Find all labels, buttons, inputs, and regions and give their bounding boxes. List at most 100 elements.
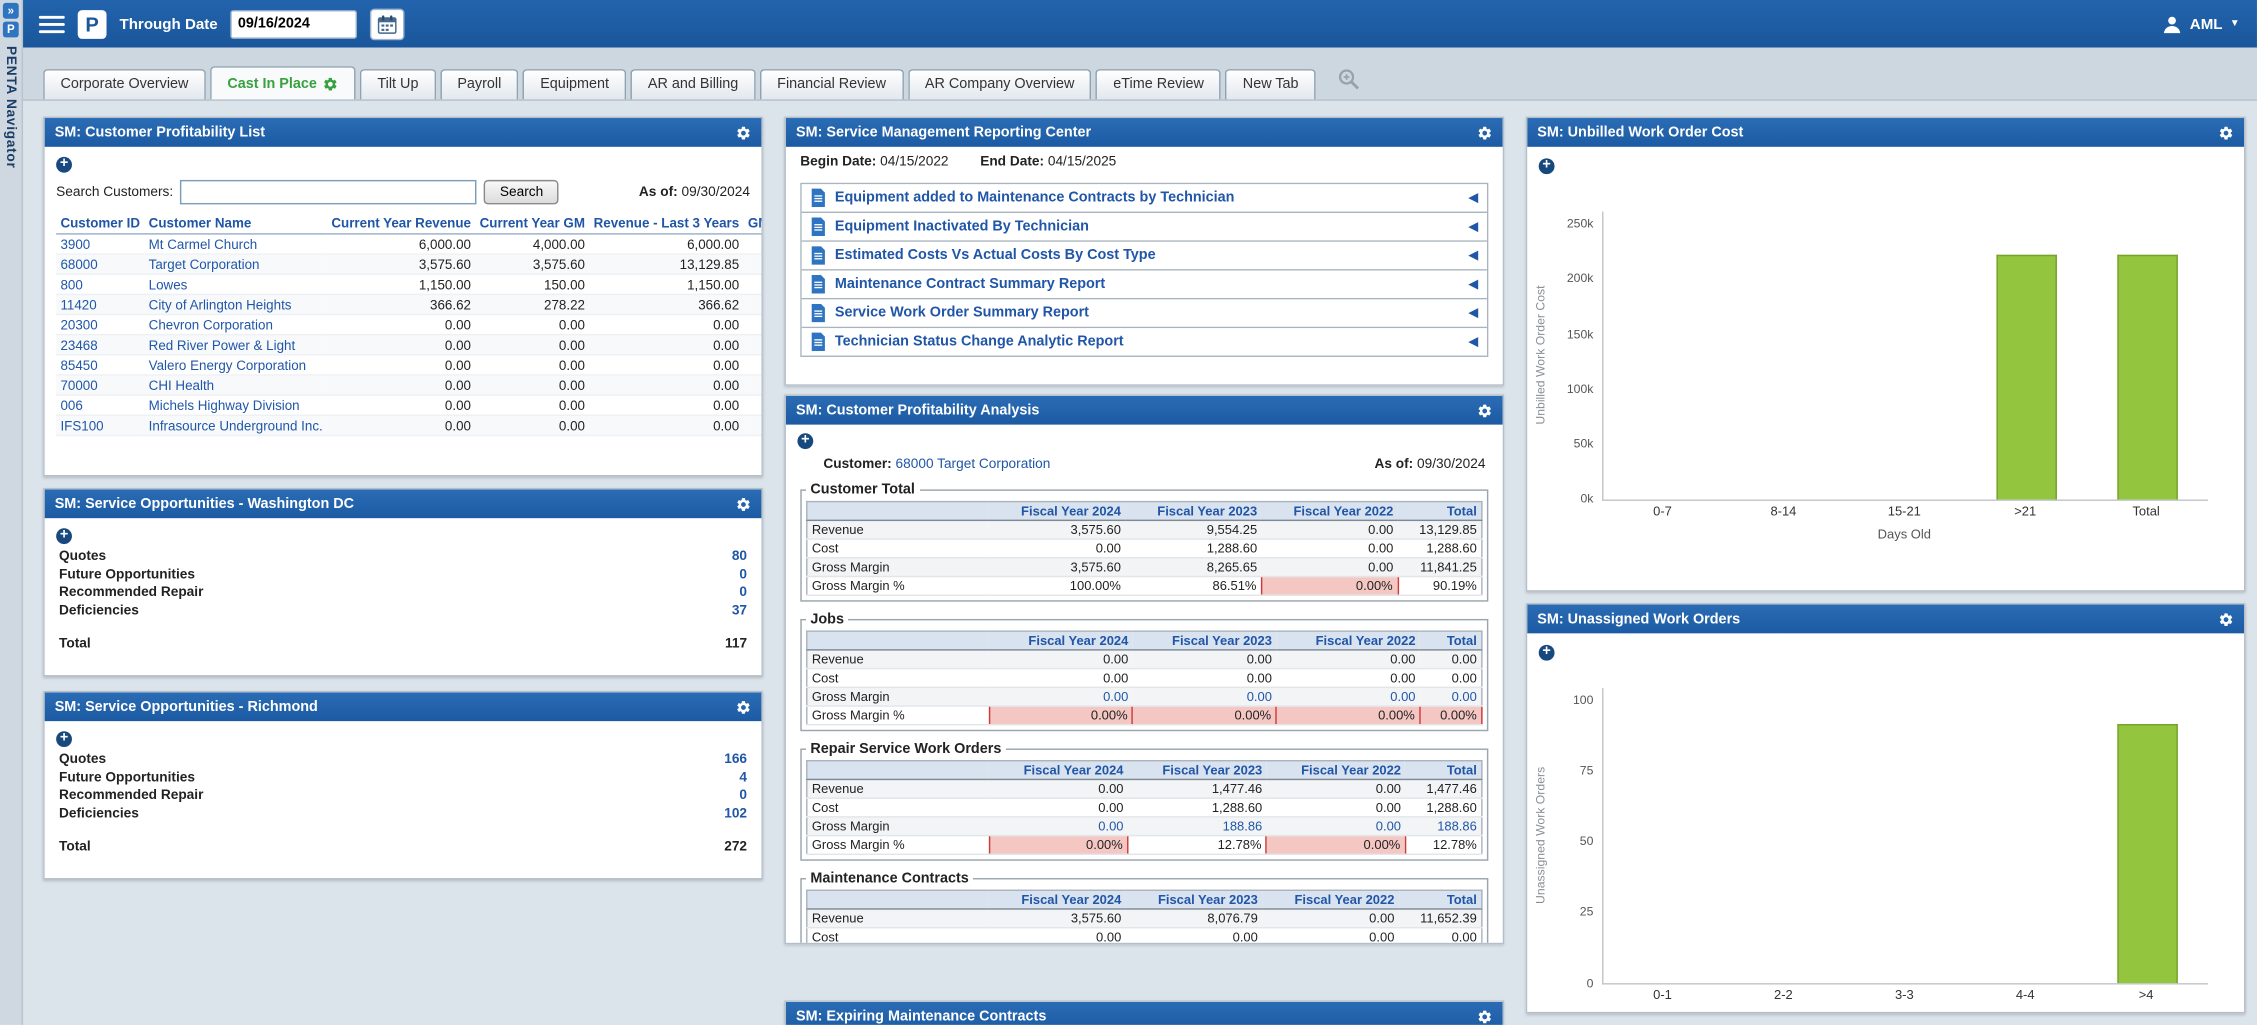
person-icon xyxy=(2162,14,2182,34)
user-menu[interactable]: AML ▼ xyxy=(2162,14,2239,34)
customer-name-link[interactable]: Valero Energy Corporation xyxy=(149,358,306,372)
customer-id-link[interactable]: 23468 xyxy=(60,338,97,352)
customer-id-link[interactable]: 70000 xyxy=(60,378,97,392)
gear-icon[interactable] xyxy=(736,125,752,141)
cell: 4,000.00 xyxy=(743,234,762,254)
expand-left-icon[interactable]: ◀ xyxy=(1468,305,1478,321)
col-revenue-last-3[interactable]: Revenue - Last 3 Years xyxy=(589,213,743,234)
tab-new-tab[interactable]: New Tab xyxy=(1226,69,1316,99)
tab-tilt-up[interactable]: Tilt Up xyxy=(360,69,436,99)
report-link-row[interactable]: Service Work Order Summary Report◀ xyxy=(802,299,1487,328)
gear-icon[interactable] xyxy=(1477,125,1493,141)
recommended-repair-value-link[interactable]: 0 xyxy=(739,584,747,600)
add-analysis-button[interactable]: + xyxy=(797,433,813,449)
customer-name-link[interactable]: Chevron Corporation xyxy=(149,317,273,331)
col-gm-last-3[interactable]: GM - Last 3 Years xyxy=(743,213,762,234)
bar-gt21[interactable] xyxy=(1996,255,2056,499)
gear-icon[interactable] xyxy=(2218,125,2234,141)
expand-left-icon[interactable]: ◀ xyxy=(1468,276,1478,292)
tab-payroll[interactable]: Payroll xyxy=(440,69,519,99)
customer-id-link[interactable]: IFS100 xyxy=(60,418,103,432)
report-link-row[interactable]: Equipment Inactivated By Technician◀ xyxy=(802,213,1487,242)
customer-name-link[interactable]: Lowes xyxy=(149,277,188,291)
cell: 0.00 xyxy=(743,375,762,395)
tab-ar-and-billing[interactable]: AR and Billing xyxy=(631,69,756,99)
future-opportunities-value-link[interactable]: 0 xyxy=(739,566,747,582)
col-current-year-gm[interactable]: Current Year GM xyxy=(475,213,589,234)
x-axis-ticks: 0-12-23-34-4>4 xyxy=(1602,987,2207,1001)
customer-id-link[interactable]: 3900 xyxy=(60,237,90,251)
deficiencies-value-link[interactable]: 102 xyxy=(724,805,747,821)
report-link-row[interactable]: Maintenance Contract Summary Report◀ xyxy=(802,271,1487,300)
customer-id-link[interactable]: 68000 xyxy=(60,257,97,271)
penta-logo[interactable]: P xyxy=(78,9,107,38)
tab-search-icon[interactable] xyxy=(1337,68,1360,91)
expand-left-icon[interactable]: ◀ xyxy=(1468,334,1478,350)
customer-name-link[interactable]: Michels Highway Division xyxy=(149,398,300,412)
report-link-row[interactable]: Technician Status Change Analytic Report… xyxy=(802,328,1487,355)
report-link-row[interactable]: Estimated Costs Vs Actual Costs By Cost … xyxy=(802,242,1487,271)
report-link-row[interactable]: Equipment added to Maintenance Contracts… xyxy=(802,184,1487,213)
future-opportunities-value-link[interactable]: 4 xyxy=(739,769,747,785)
gear-icon[interactable] xyxy=(2218,611,2234,627)
section-maintenance-contracts: Maintenance Contracts Fiscal Year 2024Fi… xyxy=(800,871,1488,944)
customer-id-link[interactable]: 11420 xyxy=(60,297,96,311)
add-opportunity-button[interactable]: + xyxy=(56,731,72,747)
add-customer-button[interactable]: + xyxy=(56,157,72,173)
bar-total[interactable] xyxy=(2117,255,2177,499)
opportunity-row: Recommended Repair0 xyxy=(56,584,750,600)
col-current-year-revenue[interactable]: Current Year Revenue xyxy=(327,213,475,234)
expand-sidebar-icon[interactable]: » xyxy=(3,3,19,19)
customer-name-link[interactable]: CHI Health xyxy=(149,378,214,392)
cell: 0.00 xyxy=(475,375,589,395)
gear-icon[interactable] xyxy=(736,496,752,512)
cell: 0.00 xyxy=(327,395,475,415)
gear-icon[interactable] xyxy=(1477,402,1493,418)
gear-icon[interactable] xyxy=(1477,1008,1493,1024)
hamburger-menu-icon[interactable] xyxy=(39,15,65,32)
document-icon xyxy=(810,189,826,208)
customer-id-link[interactable]: 800 xyxy=(60,277,82,291)
tab-ar-company-overview[interactable]: AR Company Overview xyxy=(908,69,1092,99)
selected-customer-link[interactable]: 68000 Target Corporation xyxy=(896,456,1051,472)
navigator-sidebar-collapsed[interactable]: » P PENTA Navigator xyxy=(0,0,23,1025)
through-date-input[interactable] xyxy=(231,9,358,38)
tab-etime-review[interactable]: eTime Review xyxy=(1096,69,1221,99)
col-customer-id[interactable]: Customer ID xyxy=(56,213,144,234)
search-button[interactable]: Search xyxy=(484,180,559,204)
opportunity-row: Deficiencies102 xyxy=(56,805,750,821)
table-row: 68000Target Corporation3,575.603,575.601… xyxy=(56,254,763,274)
top-bar: P Through Date AML ▼ xyxy=(22,0,2257,48)
gear-icon[interactable] xyxy=(736,699,752,715)
col-customer-name[interactable]: Customer Name xyxy=(144,213,327,234)
recommended-repair-value-link[interactable]: 0 xyxy=(739,787,747,803)
customer-name-link[interactable]: Mt Carmel Church xyxy=(149,237,258,251)
bar-gt4[interactable] xyxy=(2117,723,2177,983)
tab-cast-in-place[interactable]: Cast In Place xyxy=(210,66,356,99)
expand-left-icon[interactable]: ◀ xyxy=(1468,248,1478,264)
customer-id-link[interactable]: 20300 xyxy=(60,317,97,331)
add-chart-button[interactable]: + xyxy=(1539,645,1555,661)
customer-name-link[interactable]: Red River Power & Light xyxy=(149,338,296,352)
tab-equipment[interactable]: Equipment xyxy=(523,69,626,99)
quotes-value-link[interactable]: 166 xyxy=(724,751,747,767)
tab-corporate-overview[interactable]: Corporate Overview xyxy=(43,69,206,99)
customer-name-link[interactable]: Infrasource Underground Inc. xyxy=(149,418,323,432)
y-axis-label: Unbilled Work Order Cost xyxy=(1533,212,1547,500)
tab-financial-review[interactable]: Financial Review xyxy=(760,69,903,99)
cell: 366.62 xyxy=(589,294,743,314)
quotes-value-link[interactable]: 80 xyxy=(732,548,747,564)
customer-id-link[interactable]: 006 xyxy=(60,398,82,412)
add-opportunity-button[interactable]: + xyxy=(56,528,72,544)
expand-left-icon[interactable]: ◀ xyxy=(1468,219,1478,235)
tab-gear-icon[interactable] xyxy=(323,76,339,92)
add-chart-button[interactable]: + xyxy=(1539,158,1555,174)
expand-left-icon[interactable]: ◀ xyxy=(1468,190,1478,206)
search-customers-input[interactable] xyxy=(180,180,477,204)
deficiencies-value-link[interactable]: 37 xyxy=(732,602,747,618)
calendar-button[interactable] xyxy=(370,8,405,40)
customer-name-link[interactable]: City of Arlington Heights xyxy=(149,297,292,311)
panel-reporting-center: SM: Service Management Reporting Center … xyxy=(784,117,1504,386)
customer-id-link[interactable]: 85450 xyxy=(60,358,97,372)
customer-name-link[interactable]: Target Corporation xyxy=(149,257,260,271)
